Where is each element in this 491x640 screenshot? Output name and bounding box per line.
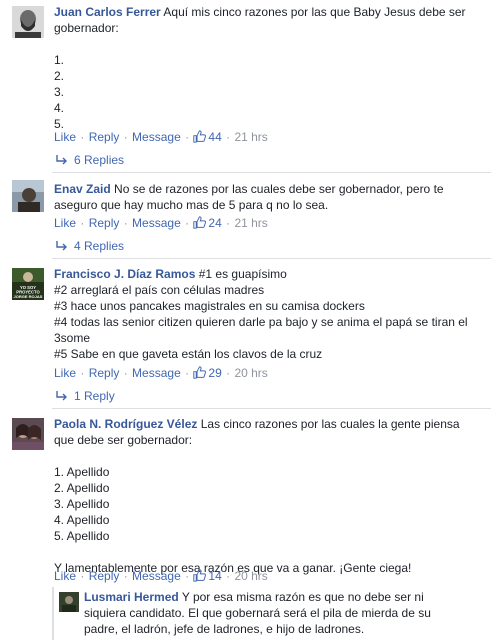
comment-line: #1 es guapísimo xyxy=(198,267,287,281)
comment-line: que debe ser gobernador: xyxy=(54,433,193,447)
view-replies-link[interactable]: 1 Reply xyxy=(56,389,115,404)
comment-line: 3some xyxy=(54,331,91,345)
reply-link[interactable]: Reply xyxy=(89,366,120,380)
comment-line: 2. xyxy=(54,69,65,83)
reply-thread-rail xyxy=(52,587,54,640)
comment-line: siquiera candidato. El que gobernará ser… xyxy=(84,606,431,620)
author-name[interactable]: Juan Carlos Ferrer xyxy=(54,5,161,19)
avatar-caption: JORGE ROJAS xyxy=(14,294,43,299)
reply-arrow-icon xyxy=(56,154,68,168)
timestamp[interactable]: 20 hrs xyxy=(234,569,267,583)
reply-link[interactable]: Reply xyxy=(89,569,120,583)
replies-count: 1 Reply xyxy=(74,389,115,403)
message-link[interactable]: Message xyxy=(132,216,181,230)
author-name[interactable]: Francisco J. Díaz Ramos xyxy=(54,267,195,281)
comment-line: 4. xyxy=(54,101,65,115)
like-link[interactable]: Like xyxy=(54,569,76,583)
comment-line: padre, el ladrón, jefe de ladrones, e hi… xyxy=(84,622,365,636)
reply-link[interactable]: Reply xyxy=(89,216,120,230)
comment-line xyxy=(54,448,484,464)
message-link[interactable]: Message xyxy=(132,569,181,583)
comment-body: Paola N. Rodríguez Vélez Las cinco razon… xyxy=(54,416,484,576)
thumbs-up-icon xyxy=(193,569,207,585)
reply-arrow-icon xyxy=(56,390,68,404)
timestamp[interactable]: 20 hrs xyxy=(234,366,267,380)
author-name[interactable]: Enav Zaid xyxy=(54,182,111,196)
comment-thread: Juan Carlos Ferrer Aquí mis cinco razone… xyxy=(0,0,491,640)
comment-line: 1. xyxy=(54,53,65,67)
divider xyxy=(52,172,491,173)
like-link[interactable]: Like xyxy=(54,130,76,144)
thumbs-up-icon xyxy=(193,216,207,232)
avatar[interactable] xyxy=(12,180,44,212)
avatar[interactable] xyxy=(12,6,44,38)
comment-line: No se de razones por las cuales debe ser… xyxy=(114,182,444,196)
comment-line xyxy=(54,544,484,560)
avatar[interactable] xyxy=(12,418,44,450)
comment-body: Francisco J. Díaz Ramos #1 es guapísimo … xyxy=(54,266,484,362)
comment-line xyxy=(54,36,484,52)
avatar[interactable]: YO SOY PROYECTO JORGE ROJAS xyxy=(12,268,44,300)
author-name[interactable]: Lusmari Hermed xyxy=(84,590,179,604)
replies-count: 4 Replies xyxy=(74,239,125,253)
comment-line: 5. Apellido xyxy=(54,529,110,543)
divider xyxy=(52,408,491,409)
replies-count: 6 Replies xyxy=(74,153,125,167)
timestamp[interactable]: 21 hrs xyxy=(234,216,267,230)
comment-line: #5 Sabe en que gaveta están los clavos d… xyxy=(54,347,323,361)
view-replies-link[interactable]: 4 Replies xyxy=(56,239,124,254)
divider xyxy=(52,258,491,259)
like-count[interactable]: 24 xyxy=(208,216,221,230)
thumbs-up-icon xyxy=(193,366,207,382)
comment-line: Aquí mis cinco razones por las que Baby … xyxy=(163,5,466,19)
timestamp[interactable]: 21 hrs xyxy=(234,130,267,144)
comment-line: 2. Apellido xyxy=(54,481,110,495)
reply-arrow-icon xyxy=(56,240,68,254)
avatar[interactable] xyxy=(59,592,79,612)
comment-line: 3. xyxy=(54,85,65,99)
like-link[interactable]: Like xyxy=(54,366,76,380)
comment-body: Juan Carlos Ferrer Aquí mis cinco razone… xyxy=(54,4,484,132)
comment-line: 3. Apellido xyxy=(54,497,110,511)
comment-line: aseguro que hay mucho mas de 5 para q no… xyxy=(54,198,329,212)
thumbs-up-icon xyxy=(193,130,207,146)
like-count[interactable]: 44 xyxy=(208,130,221,144)
author-name[interactable]: Paola N. Rodríguez Vélez xyxy=(54,417,197,431)
comment-line: #3 hace unos pancakes magistrales en su … xyxy=(54,299,365,313)
like-link[interactable]: Like xyxy=(54,216,76,230)
comment-actions: Like · Reply · Message · 44 · 21 hrs xyxy=(54,130,268,146)
comment-actions: Like · Reply · Message · 24 · 21 hrs xyxy=(54,216,268,232)
comment-line: 1. Apellido xyxy=(54,465,110,479)
comment-line: #4 todas las senior citizen quieren darl… xyxy=(54,315,468,329)
comment-line: Y por esa misma razón es que no debe ser… xyxy=(181,590,424,604)
like-count[interactable]: 29 xyxy=(208,366,221,380)
like-count[interactable]: 14 xyxy=(208,569,221,583)
comment-actions: Like · Reply · Message · 14 · 20 hrs xyxy=(54,569,268,585)
reply-link[interactable]: Reply xyxy=(89,130,120,144)
comment-line: Las cinco razones por las cuales la gent… xyxy=(200,417,460,431)
view-replies-link[interactable]: 6 Replies xyxy=(56,153,124,168)
comment-line: #2 arreglará el país con células madres xyxy=(54,283,265,297)
comment-line: 4. Apellido xyxy=(54,513,110,527)
message-link[interactable]: Message xyxy=(132,366,181,380)
comment-body: Enav Zaid No se de razones por las cuale… xyxy=(54,181,484,213)
comment-body: Lusmari Hermed Y por esa misma razón es … xyxy=(84,589,484,637)
message-link[interactable]: Message xyxy=(132,130,181,144)
comment-actions: Like · Reply · Message · 29 · 20 hrs xyxy=(54,366,268,382)
comment-line: gobernador: xyxy=(54,21,119,35)
